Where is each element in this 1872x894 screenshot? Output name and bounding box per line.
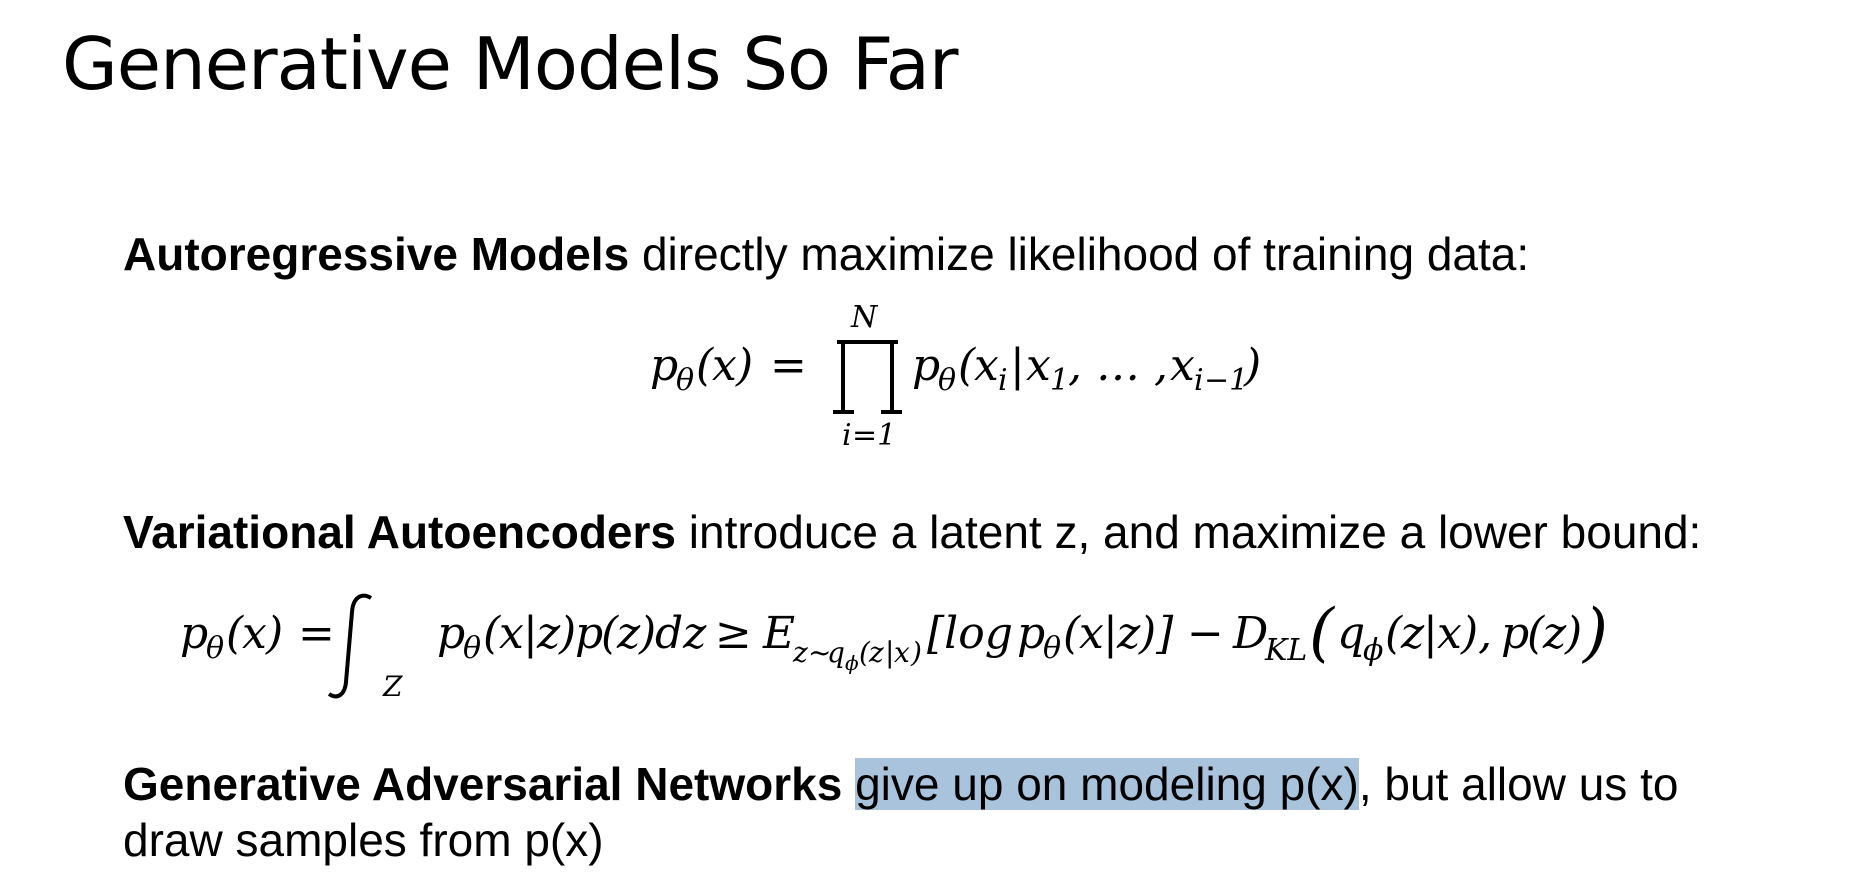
svg-text:): ): [265, 608, 283, 659]
svg-text:|: |: [1103, 608, 1118, 659]
svg-text:z: z: [536, 608, 561, 659]
svg-text:p: p: [912, 340, 940, 391]
svg-text:z: z: [616, 608, 641, 659]
slide-title: Generative Models So Far: [62, 22, 959, 106]
vae-heading: Variational Autoencoders: [123, 506, 676, 558]
svg-text:p: p: [1017, 608, 1045, 659]
svg-text:z: z: [1400, 608, 1425, 659]
gan-heading: Generative Adversarial Networks: [123, 758, 843, 810]
svg-text:x: x: [1079, 608, 1104, 659]
gan-line-1: Generative Adversarial Networks give up …: [123, 756, 1678, 812]
svg-text:): ): [558, 608, 576, 659]
svg-text:x: x: [894, 636, 910, 669]
svg-text:|: |: [1423, 608, 1438, 659]
svg-text:): ): [910, 636, 922, 669]
svg-text:x: x: [242, 608, 267, 659]
vae-equation: p θ ( x ) = Z p θ ( x | z ) p ( z ) dz ≥…: [180, 593, 1608, 703]
svg-text:θ: θ: [1043, 631, 1061, 666]
svg-text:≥: ≥: [715, 608, 752, 659]
svg-text:p: p: [437, 608, 465, 659]
svg-text:z: z: [1116, 608, 1141, 659]
svg-text:p: p: [575, 608, 603, 659]
svg-text:=1: =1: [852, 418, 896, 453]
svg-text:): ): [638, 608, 656, 659]
svg-text:ϕ: ϕ: [1363, 633, 1383, 668]
svg-text:p: p: [650, 340, 678, 391]
vae-text: introduce a latent z, and maximize a low…: [676, 506, 1702, 558]
svg-text:Z: Z: [382, 670, 403, 703]
svg-text:): ): [1243, 340, 1261, 391]
svg-text:[log: [log: [927, 608, 1013, 659]
svg-text:p: p: [180, 608, 208, 659]
svg-text:): ): [1581, 596, 1608, 670]
svg-text:1: 1: [1050, 363, 1069, 398]
svg-text:(: (: [1309, 596, 1336, 670]
svg-text:x: x: [1170, 340, 1195, 391]
svg-text:=: =: [770, 340, 807, 391]
svg-text:θ: θ: [676, 363, 694, 398]
autoregressive-equation: p θ ( x ) = N i =1 p θ ( x i | x 1 , … ,…: [650, 300, 1261, 453]
svg-text:, … ,: , … ,: [1068, 340, 1168, 391]
svg-text:): ): [735, 340, 753, 391]
svg-text:): ): [1564, 608, 1582, 659]
autoregressive-description: Autoregressive Models directly maximize …: [123, 226, 1529, 282]
svg-text:z: z: [792, 636, 808, 669]
gan-description: Generative Adversarial Networks give up …: [123, 756, 1678, 868]
svg-text:−1: −1: [1204, 363, 1248, 398]
svg-text:q: q: [1337, 608, 1365, 659]
svg-text:=: =: [298, 608, 335, 659]
svg-text:ϕ: ϕ: [845, 651, 859, 675]
svg-text:z: z: [868, 636, 884, 669]
svg-text:i: i: [842, 418, 852, 453]
svg-text:|: |: [523, 608, 538, 659]
svg-text:x: x: [712, 340, 737, 391]
svg-text:p: p: [1501, 608, 1529, 659]
svg-text:)]: )]: [1138, 608, 1174, 659]
svg-text:x: x: [1026, 340, 1051, 391]
svg-text:θ: θ: [938, 363, 956, 398]
svg-text:−: −: [1187, 608, 1224, 659]
svg-text:|: |: [1010, 340, 1025, 391]
svg-text:),: ),: [1460, 608, 1492, 659]
svg-text:KL: KL: [1264, 633, 1307, 668]
svg-text:x: x: [499, 608, 524, 659]
svg-text:i: i: [1194, 363, 1204, 398]
gan-text-line-2: draw samples from p(x): [123, 814, 604, 866]
svg-text:dz: dz: [655, 608, 707, 659]
svg-text:x: x: [974, 340, 999, 391]
gan-text-line-1: , but allow us to: [1358, 758, 1679, 810]
svg-text:i: i: [998, 363, 1008, 398]
svg-text:x: x: [1437, 608, 1462, 659]
svg-text:θ: θ: [463, 631, 481, 666]
autoregressive-heading: Autoregressive Models: [123, 228, 630, 280]
svg-text:q: q: [827, 636, 845, 669]
vae-description: Variational Autoencoders introduce a lat…: [123, 504, 1701, 560]
svg-text:E: E: [762, 608, 795, 659]
svg-text:z: z: [1542, 608, 1567, 659]
svg-text:N: N: [850, 300, 879, 335]
gan-highlighted-text: give up on modeling p(x): [855, 758, 1359, 810]
autoregressive-text: directly maximize likelihood of training…: [629, 228, 1530, 280]
svg-text:D: D: [1232, 608, 1268, 659]
svg-text:θ: θ: [206, 631, 224, 666]
